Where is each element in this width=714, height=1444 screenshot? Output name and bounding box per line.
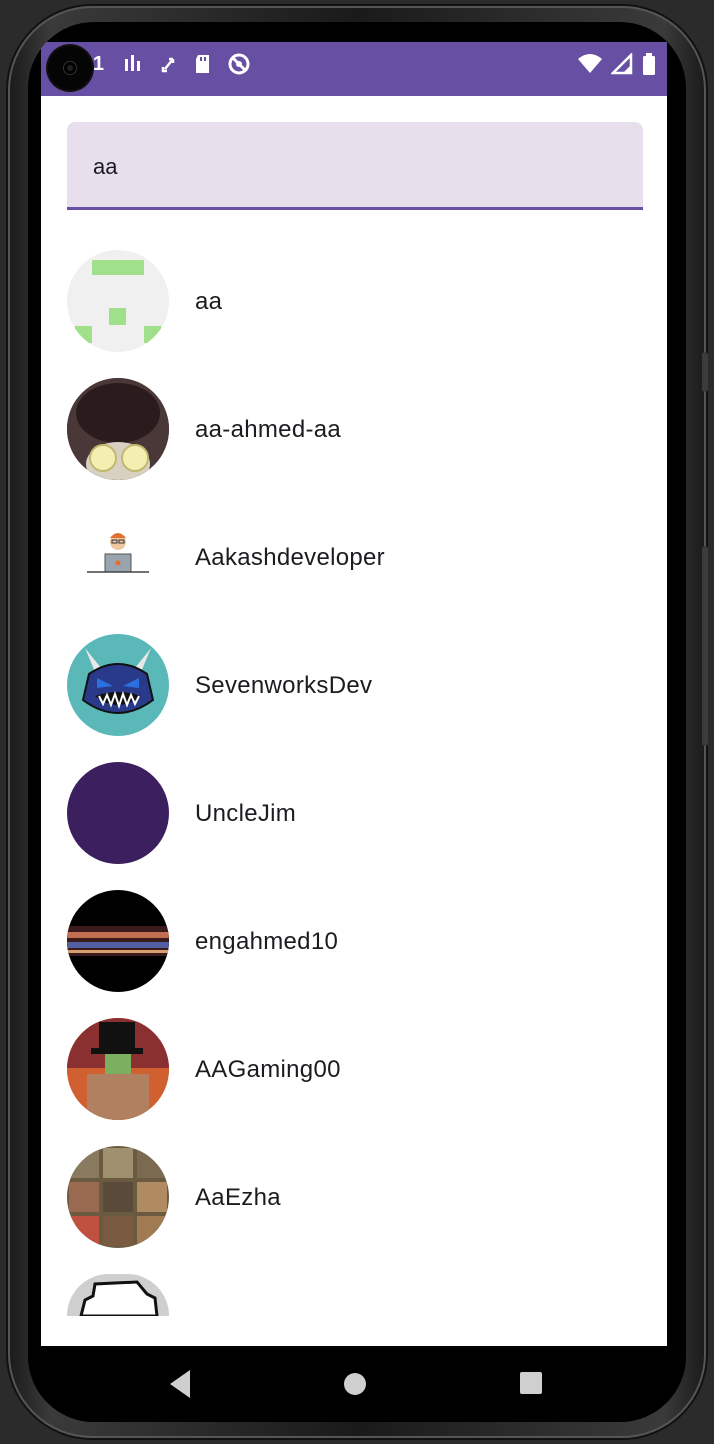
status-bar: 7:41 xyxy=(41,42,667,96)
list-item[interactable]: engahmed10 xyxy=(41,882,667,1010)
avatar xyxy=(67,378,169,480)
sim-signal-icon xyxy=(125,55,140,71)
list-item[interactable] xyxy=(41,1266,667,1346)
user-results-list: aa aa-ahmed-aa Aakashdeveloper Sevenwork… xyxy=(41,242,667,1346)
username-label: AaEzha xyxy=(195,1184,281,1211)
front-camera xyxy=(48,46,92,90)
status-left-icons xyxy=(123,52,251,76)
wifi-icon xyxy=(578,54,602,73)
avatar xyxy=(67,634,169,736)
phone-frame: 7:41 xyxy=(8,6,708,1438)
avatar xyxy=(67,762,169,864)
list-item[interactable]: Aakashdeveloper xyxy=(41,498,667,626)
list-item[interactable]: AAGaming00 xyxy=(41,1010,667,1138)
search-input-value[interactable]: aa xyxy=(93,154,117,180)
sd-card-icon xyxy=(196,55,209,73)
username-label: Aakashdeveloper xyxy=(195,544,385,571)
list-item[interactable]: AaEzha xyxy=(41,1138,667,1266)
volume-button xyxy=(702,546,708,746)
status-right-icons xyxy=(577,52,657,76)
avatar xyxy=(67,506,169,608)
avatar xyxy=(67,1018,169,1120)
screen-bezel: 7:41 xyxy=(28,22,686,1422)
app-screen: 7:41 xyxy=(41,42,667,1346)
battery-icon xyxy=(643,53,655,75)
recents-icon[interactable] xyxy=(516,1366,546,1402)
username-label: SevenworksDev xyxy=(195,672,373,699)
cell-signal-icon xyxy=(611,53,633,75)
list-item[interactable]: UncleJim xyxy=(41,754,667,882)
no-disturb-icon xyxy=(228,53,250,75)
list-item[interactable]: aa-ahmed-aa xyxy=(41,370,667,498)
back-icon[interactable] xyxy=(166,1366,196,1402)
avatar xyxy=(67,890,169,992)
username-label: aa-ahmed-aa xyxy=(195,416,342,443)
username-label: UncleJim xyxy=(195,800,297,827)
avatar xyxy=(67,1146,169,1248)
username-label: AAGaming00 xyxy=(195,1056,341,1083)
username-label: engahmed10 xyxy=(195,928,339,955)
avatar xyxy=(67,250,169,352)
sync-icon xyxy=(161,57,175,73)
search-input[interactable]: aa xyxy=(67,122,643,210)
list-item[interactable]: aa xyxy=(41,242,667,370)
list-item[interactable]: SevenworksDev xyxy=(41,626,667,754)
system-navigation-bar xyxy=(28,1346,686,1422)
username-label: aa xyxy=(195,288,223,315)
avatar xyxy=(67,1274,169,1316)
power-button xyxy=(702,352,708,392)
home-icon[interactable] xyxy=(338,1366,372,1402)
